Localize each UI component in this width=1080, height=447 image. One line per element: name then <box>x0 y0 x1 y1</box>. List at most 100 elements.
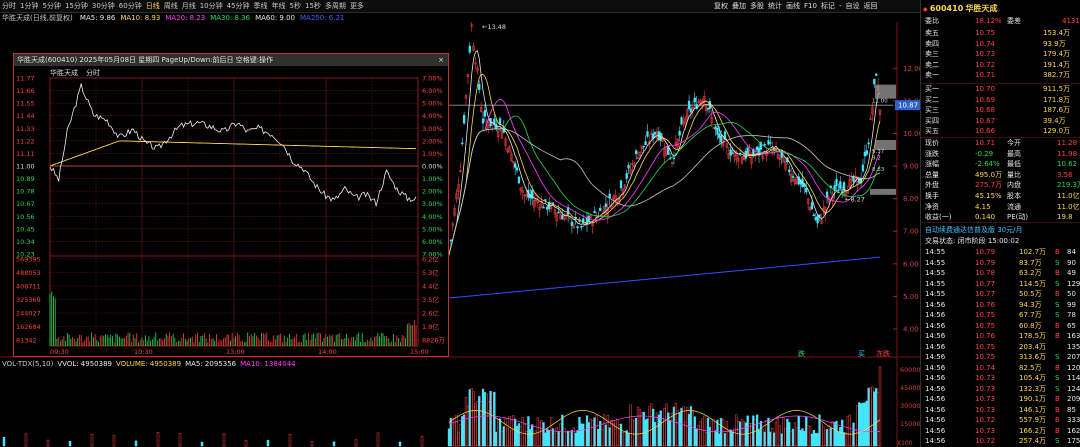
volume-bar <box>725 421 729 447</box>
volume-bar <box>398 441 402 447</box>
tool-button[interactable]: 自设 <box>843 0 861 12</box>
period-tab[interactable]: 年线 <box>270 0 288 12</box>
volume-bar <box>680 407 683 447</box>
stat-value: -2.64% <box>975 160 1000 169</box>
volume-bar <box>825 429 829 447</box>
volume-bar <box>805 416 808 447</box>
trade-volume: 132.3万 <box>1019 384 1047 393</box>
trade-time: 14:56 <box>925 395 946 403</box>
period-tab[interactable]: 周线 <box>162 0 180 12</box>
trade-time: 14:56 <box>925 300 946 309</box>
volume-bar <box>769 431 772 447</box>
volume-bar <box>517 423 521 447</box>
volume-bar <box>710 421 713 447</box>
signal-label: 买 <box>858 350 865 358</box>
period-tab[interactable]: 分时 <box>0 0 18 12</box>
period-tab[interactable]: 更多 <box>348 0 366 12</box>
close-icon[interactable]: × <box>436 55 446 65</box>
intraday-chart[interactable]: 11.77 7.00% 11.66 6.00% 11.55 5.00% 11.44 4.00%… <box>14 66 448 357</box>
trade-side: B <box>1055 416 1060 424</box>
candle-body <box>542 206 545 209</box>
period-tab[interactable]: 60分钟 <box>117 0 144 12</box>
candle-body <box>814 217 817 221</box>
trade-time: 14:56 <box>925 353 946 361</box>
trade-count: 90 <box>1067 258 1076 267</box>
tool-button[interactable]: 返回 <box>861 0 879 12</box>
volume-bar <box>619 423 623 447</box>
volume-unit-label: X100 <box>897 440 913 447</box>
signal-label: 跌 <box>798 349 805 358</box>
period-toolbar: 分时 1分钟 5分钟 15分钟 30分钟 60分钟 日线 周线 月线 10分钟 45分钟 季线 年线 5秒… <box>0 0 1080 13</box>
period-tab[interactable]: 5秒 <box>288 0 303 12</box>
volume-bar <box>527 416 530 447</box>
volume-bar <box>608 427 611 447</box>
tool-button[interactable]: 画线 <box>784 0 802 12</box>
ratio-label: 委比 <box>925 17 939 25</box>
period-tab[interactable]: 日线 <box>144 0 162 12</box>
order-ratio-row: 委比 18.12% 委差 4131 <box>921 16 1080 27</box>
tool-button[interactable]: 多股 <box>748 0 766 12</box>
volume-bar <box>763 431 766 447</box>
bid-volume: 911.5万 <box>1043 85 1071 93</box>
ask-volume: 382.7万 <box>1043 71 1071 80</box>
price-axis-label: 7.00 <box>903 228 919 236</box>
volume-bar <box>786 418 789 447</box>
ma250-line <box>448 256 881 299</box>
volume-bar <box>814 433 817 447</box>
tool-button[interactable]: 复权 <box>712 0 730 12</box>
candle-body <box>642 145 645 148</box>
intraday-price-label: 10.67 <box>16 200 35 208</box>
period-tab[interactable]: 月线 <box>180 0 198 12</box>
popup-titlebar[interactable]: 华胜天成(600410) 2025年05月08日 星期四 PageUp/Down… <box>14 54 448 66</box>
volume-bar <box>453 422 456 447</box>
trade-side: B <box>1055 248 1060 256</box>
stat-value: 10.71 <box>975 139 996 147</box>
period-tab[interactable]: 30分钟 <box>90 0 117 12</box>
volume-bar <box>856 405 859 447</box>
period-tab[interactable]: 15秒 <box>303 0 323 12</box>
stat-value: 11.0亿 <box>1057 202 1080 211</box>
volume-bar <box>691 411 695 447</box>
volume-bar <box>704 432 708 447</box>
popup-title: 华胜天成(600410) 2025年05月08日 星期四 PageUp/Down… <box>17 56 274 64</box>
volume-bar <box>597 428 600 447</box>
volume-bar <box>657 414 660 447</box>
volume-bar <box>842 432 846 447</box>
price-axis-label: 9.00 <box>903 163 919 171</box>
volume-bar <box>669 419 672 447</box>
candle-body <box>481 118 485 124</box>
intraday-price-label: 11.44 <box>16 112 35 120</box>
trade-row: 14:56 10.74 82.5万 B 120 <box>921 363 1080 374</box>
volume-bar <box>474 403 477 447</box>
period-tab[interactable]: 1分钟 <box>18 0 40 12</box>
period-tab[interactable]: 15分钟 <box>63 0 90 12</box>
period-tab[interactable]: 5分钟 <box>40 0 62 12</box>
volume-bar <box>784 427 787 447</box>
volume-bar <box>865 400 868 447</box>
candle-body <box>468 45 471 53</box>
volume-bar <box>614 420 617 447</box>
period-tab[interactable]: 季线 <box>252 0 270 12</box>
stat-label: 最低 <box>1007 160 1021 169</box>
marker-label: 11.00 <box>872 99 888 105</box>
volume-bar <box>720 418 723 447</box>
volume-bar <box>761 428 764 447</box>
tool-button[interactable]: F10 <box>802 0 819 12</box>
tool-button[interactable]: 统计 <box>766 0 784 12</box>
intraday-price-label: 10.56 <box>16 213 35 221</box>
stat-label: 换手 <box>925 192 939 200</box>
tool-button[interactable]: 标记 <box>819 0 837 12</box>
intraday-time-label: 09:30 <box>50 348 69 356</box>
intraday-amount-label: 1.8亿 <box>422 322 439 331</box>
period-tab[interactable]: 10分钟 <box>198 0 225 12</box>
period-tab[interactable]: 多周期 <box>323 0 348 12</box>
intraday-price-label: 11.11 <box>16 150 35 158</box>
volume-bar <box>808 426 812 447</box>
intraday-time-label: 13:00 <box>226 348 245 356</box>
volume-bar <box>839 427 842 447</box>
period-tab[interactable]: 45分钟 <box>225 0 252 12</box>
tool-button[interactable]: 叠加 <box>730 0 748 12</box>
intraday-pct-label: 3.00% <box>422 125 443 133</box>
stat-label: 外盘 <box>925 181 939 190</box>
trade-price: 10.75 <box>975 311 996 319</box>
